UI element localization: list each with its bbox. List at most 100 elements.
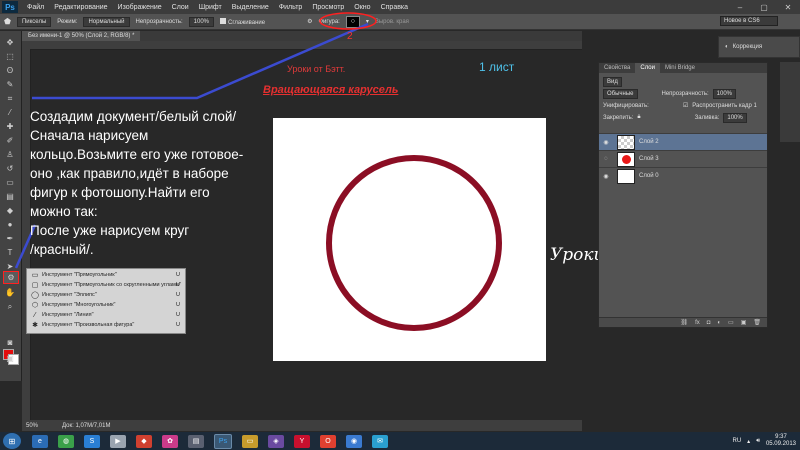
flyout-item-line[interactable]: ⁄ Инструмент "Линия" U <box>27 310 185 320</box>
rectangle-icon: ▭ <box>31 272 39 279</box>
layer-row[interactable]: ◌ Слой 3 <box>599 150 767 167</box>
app-icon[interactable]: ✉ <box>372 434 388 448</box>
shortcut-key: U <box>176 292 180 298</box>
media-player-icon[interactable]: ▶ <box>110 434 126 448</box>
folder-taskbar-icon[interactable]: ▭ <box>242 434 258 448</box>
clock-time: 9:37 <box>775 434 787 440</box>
layer-thumbnail <box>617 168 635 184</box>
layers-panel-footer: ⛓ fx ◘ ◐ ▭ ▣ 🗑︎ <box>599 317 767 327</box>
unify-row: Унифицировать: ☑ Распространить кадр 1 <box>599 100 767 111</box>
fill-field[interactable]: 100% <box>723 112 747 123</box>
eye-icon[interactable]: ◌ <box>599 156 613 162</box>
layers-panel-tabs: Свойства Слои Mini Bridge <box>599 63 767 73</box>
shortcut-key: U <box>176 282 180 288</box>
shortcut-key: U <box>176 272 180 278</box>
layer-blend-select[interactable]: Обычные <box>603 88 638 99</box>
start-button[interactable]: ⊞ <box>3 433 21 449</box>
layer-blend-row: Обычные Непрозрачность: 100% <box>599 88 767 99</box>
volume-icon[interactable]: 🔊︎ <box>756 438 760 445</box>
tray-arrow-icon[interactable]: ▴ <box>747 438 750 445</box>
layer-opacity-label: Непрозрачность: <box>661 90 709 97</box>
link-icon[interactable]: ⛓ <box>680 319 688 326</box>
document-size: Док: 1,07М/7,01М <box>62 422 111 429</box>
eye-icon[interactable]: ◉ <box>599 139 613 146</box>
panel-dock <box>780 62 800 142</box>
app-icon[interactable]: ◆ <box>136 434 152 448</box>
status-bar: 50% Док: 1,07М/7,01М <box>22 420 582 431</box>
zoom-level[interactable]: 50% <box>26 423 38 429</box>
layer-name: Слой 2 <box>639 139 659 145</box>
eye-icon[interactable]: ◉ <box>599 173 613 180</box>
tab-layers[interactable]: Слои <box>635 63 660 73</box>
flyout-item-label: Инструмент "Прямоугольник" <box>42 272 117 278</box>
flyout-item-label: Инструмент "Многоугольник" <box>42 302 116 308</box>
flyout-item-ellipse[interactable]: ◯ Инструмент "Эллипс" U <box>27 290 185 300</box>
adjustment-layer-icon[interactable]: ◐ <box>717 320 721 326</box>
instruction-text: Создадим документ/белый слой/ Сначала на… <box>30 109 244 257</box>
lock-label: Закрепить: <box>603 114 634 121</box>
propagate-checkbox[interactable]: ☑ <box>683 102 688 109</box>
fx-icon[interactable]: fx <box>695 320 700 326</box>
flyout-item-rounded-rectangle[interactable]: ▢ Инструмент "Прямоугольник со скругленн… <box>27 280 185 290</box>
layer-filter-row: Вид <box>599 76 767 87</box>
shortcut-key: U <box>176 312 180 318</box>
photoshop-taskbar-icon[interactable]: Ps <box>214 433 232 449</box>
sheet-label: 1 лист <box>479 60 515 74</box>
language-indicator[interactable]: RU <box>733 438 742 444</box>
shortcut-key: U <box>176 302 180 308</box>
app-icon[interactable]: ▤ <box>188 434 204 448</box>
layer-row[interactable]: ◉ Слой 2 <box>599 133 767 150</box>
step-number: 2 <box>347 31 353 42</box>
fill-label: Заливка: <box>694 114 720 121</box>
skype-icon[interactable]: S <box>84 434 100 448</box>
lesson-title: Вращающаяся карусель <box>263 84 399 96</box>
flyout-item-rectangle[interactable]: ▭ Инструмент "Прямоугольник" U <box>27 270 185 280</box>
app-icon[interactable]: ◈ <box>268 434 284 448</box>
adjustments-icon: ◐ <box>725 44 729 50</box>
layers-panel: Свойства Слои Mini Bridge Вид Обычные Не… <box>598 62 768 328</box>
lock-row: Закрепить: 🔒︎ Заливка: 100% <box>599 112 767 123</box>
layer-thumbnail <box>617 134 635 150</box>
layer-opacity-field[interactable]: 100% <box>712 88 737 99</box>
flyout-item-label: Инструмент "Линия" <box>42 312 94 318</box>
taskbar: ⊞ e ◍ S ▶ ◆ ✿ ▤ Ps ▭ ◈ Y O ◉ ✉ RU ▴ 🔊︎ 9… <box>0 432 800 450</box>
adjustments-panel-button[interactable]: ◐ Коррекция <box>718 36 800 58</box>
layer-row[interactable]: ◉ Слой 0 <box>599 167 767 184</box>
folder-icon[interactable]: ▭ <box>728 319 734 326</box>
polygon-icon: ⬡ <box>31 302 39 309</box>
watermark-small: Уроки от Бэтт. <box>287 64 346 74</box>
opera-icon[interactable]: O <box>320 434 336 448</box>
new-layer-icon[interactable]: ▣ <box>741 319 747 326</box>
yandex-icon[interactable]: Y <box>294 434 310 448</box>
layer-thumbnail <box>617 151 635 167</box>
clock-date: 05.09.2013 <box>765 441 796 447</box>
layer-filter-select[interactable]: Вид <box>603 76 622 87</box>
flyout-item-label: Инструмент "Прямоугольник со скругленным… <box>42 282 181 288</box>
custom-shape-icon: ✱ <box>32 322 38 329</box>
mask-icon[interactable]: ◘ <box>707 320 711 326</box>
ellipse-icon: ◯ <box>31 292 39 299</box>
layer-name: Слой 3 <box>639 156 659 162</box>
shape-tools-flyout: ▭ Инструмент "Прямоугольник" U ▢ Инструм… <box>26 268 186 334</box>
flyout-item-custom-shape[interactable]: ✱ Инструмент "Произвольная фигура" U <box>27 320 185 330</box>
trash-icon[interactable]: 🗑︎ <box>753 319 761 326</box>
flyout-item-label: Инструмент "Эллипс" <box>42 292 97 298</box>
tab-properties[interactable]: Свойства <box>599 63 635 73</box>
propagate-label: Распространить кадр 1 <box>692 102 757 109</box>
app-icon[interactable]: ✿ <box>162 434 178 448</box>
layer-name: Слой 0 <box>639 173 659 179</box>
unify-label: Унифицировать: <box>603 102 649 109</box>
shortcut-key: U <box>176 322 180 328</box>
explorer-icon[interactable]: e <box>32 434 48 448</box>
app-icon[interactable]: ◉ <box>346 434 362 448</box>
chrome-icon[interactable]: ◍ <box>58 434 74 448</box>
flyout-item-polygon[interactable]: ⬡ Инструмент "Многоугольник" U <box>27 300 185 310</box>
lock-icon[interactable]: 🔒︎ <box>637 114 640 121</box>
clock[interactable]: 9:37 05.09.2013 <box>766 434 796 448</box>
line-icon: ⁄ <box>34 311 36 319</box>
adjustments-label: Коррекция <box>732 44 763 50</box>
system-tray: RU ▴ 🔊︎ 9:37 05.09.2013 <box>733 432 797 450</box>
tab-mini-bridge[interactable]: Mini Bridge <box>660 63 700 73</box>
red-circle-icon <box>621 154 631 164</box>
flyout-item-label: Инструмент "Произвольная фигура" <box>42 322 135 328</box>
